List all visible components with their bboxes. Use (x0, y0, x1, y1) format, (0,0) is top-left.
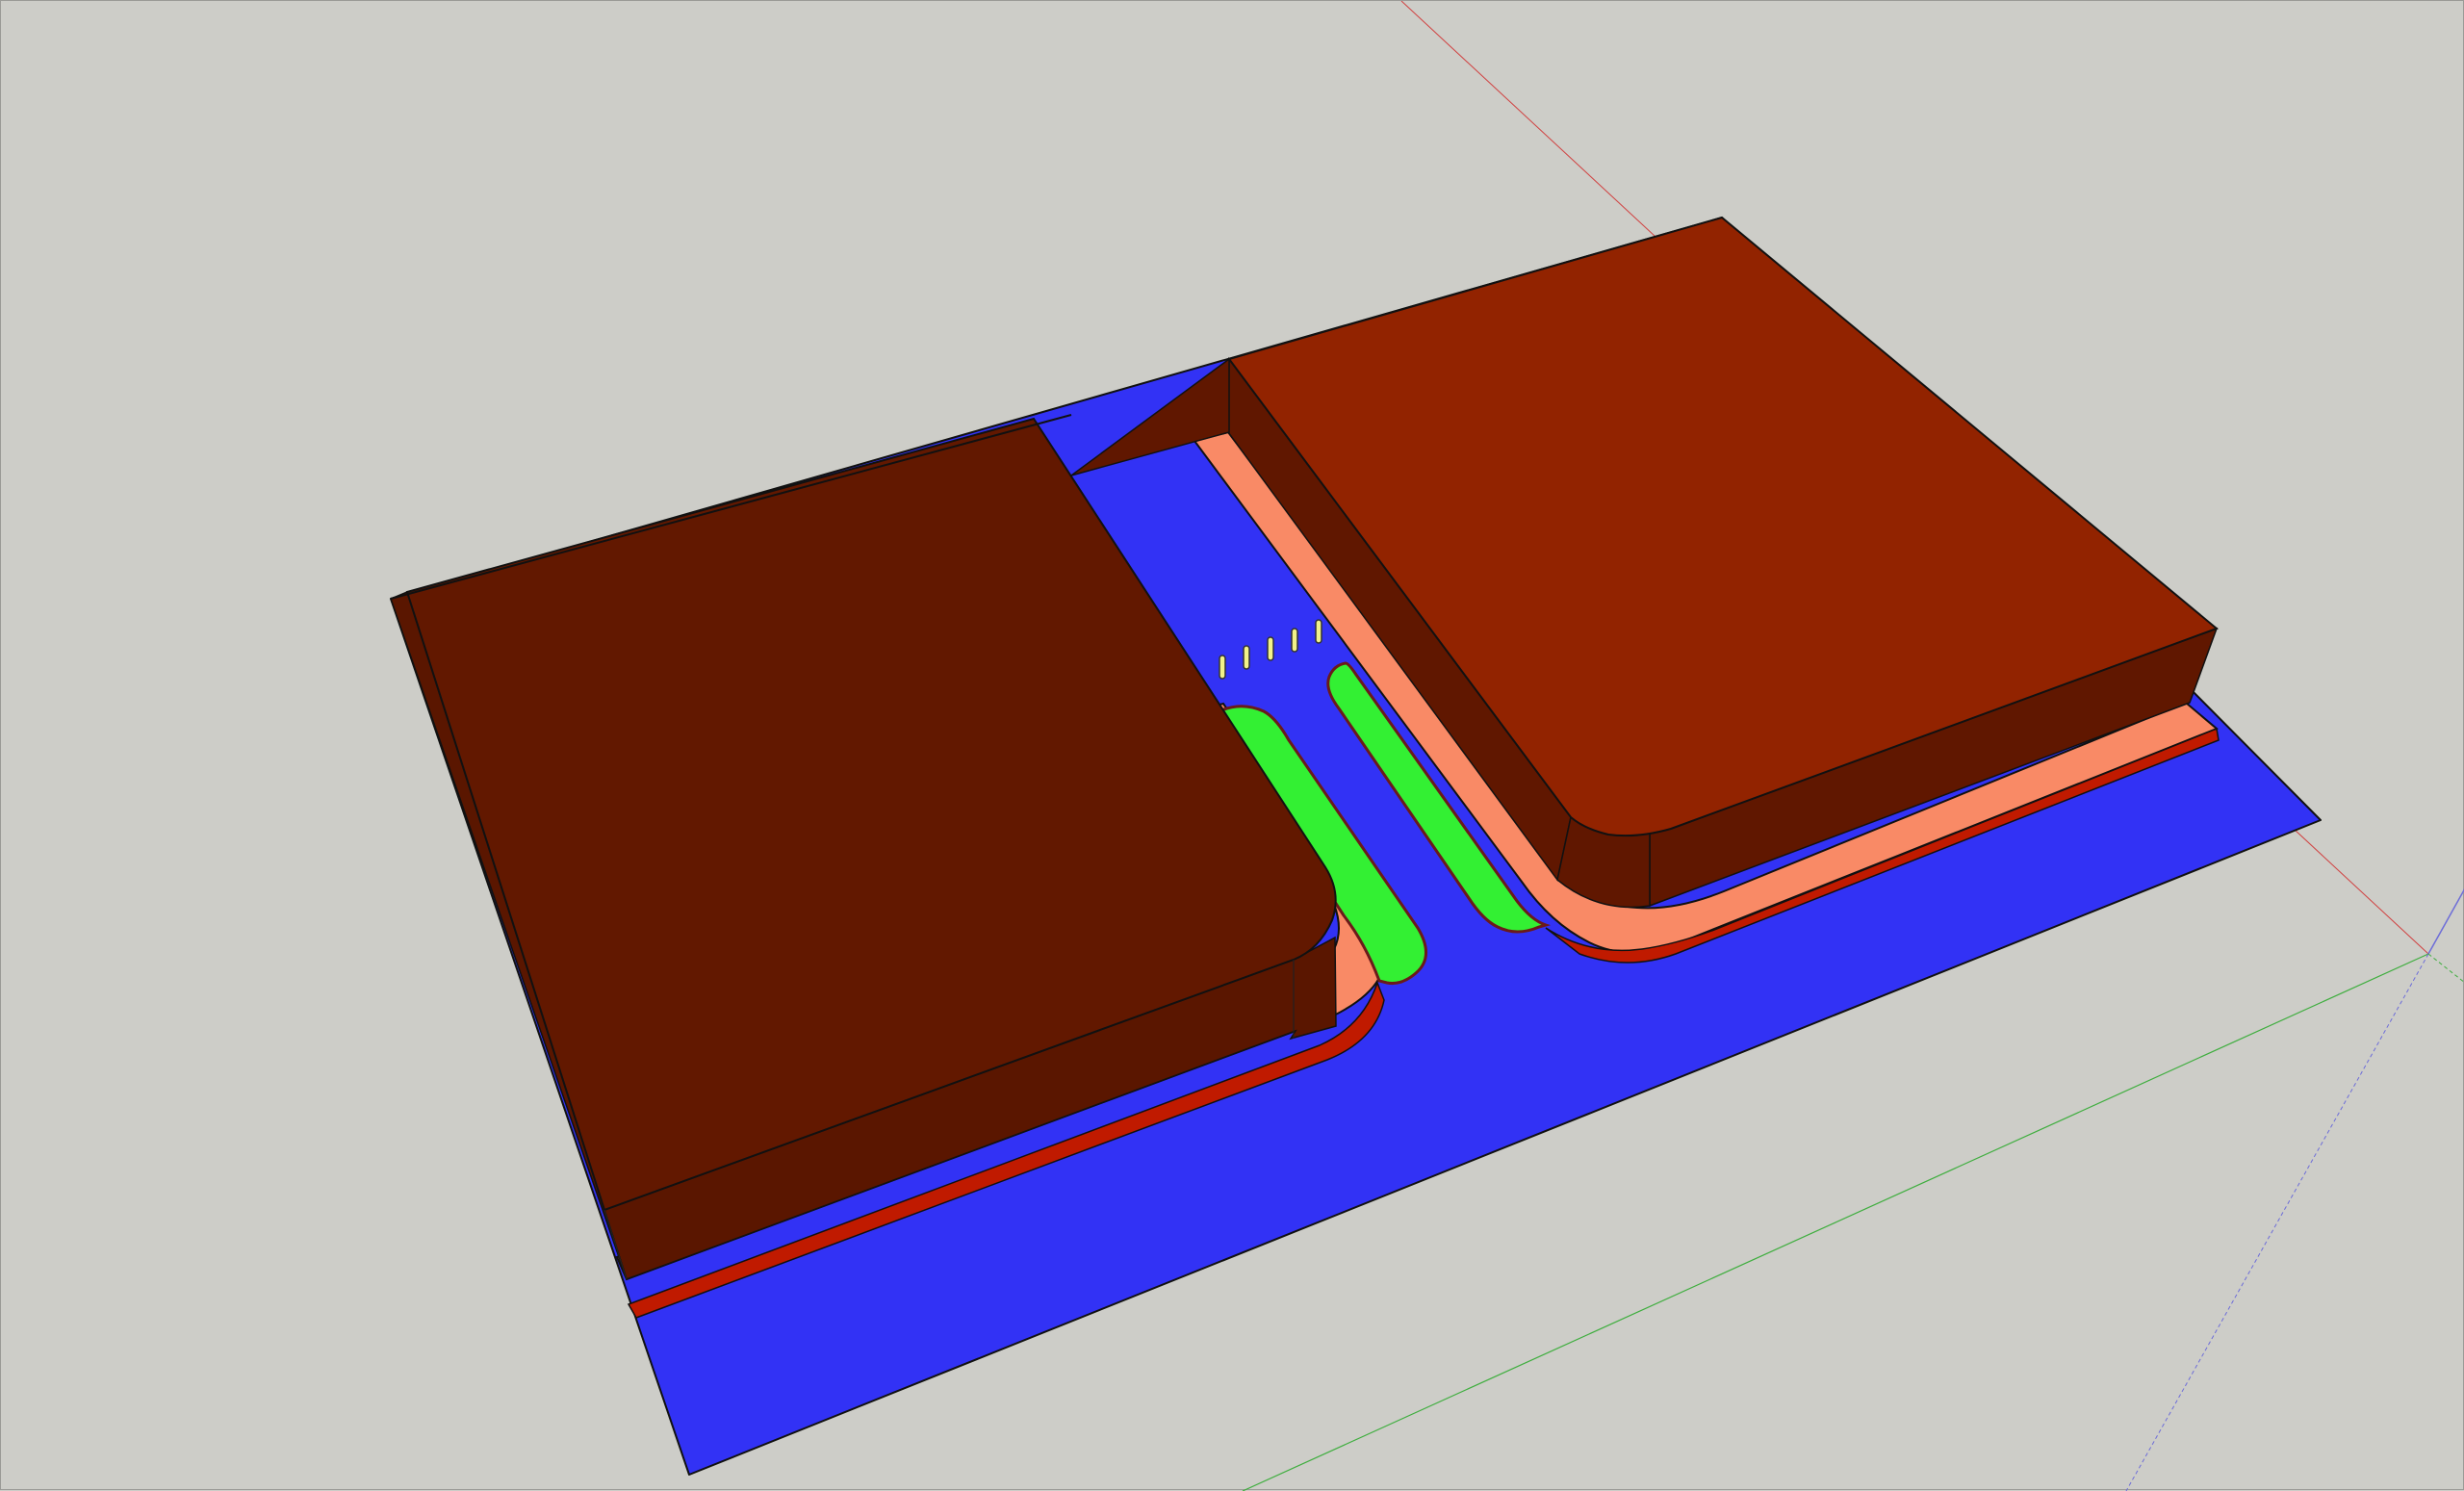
green-axis-back-line (2427, 953, 2464, 983)
blue-axis-line (2125, 953, 2429, 1491)
pin[interactable] (1267, 636, 1274, 661)
pin[interactable] (1219, 655, 1226, 680)
3d-viewport[interactable] (0, 0, 2464, 1491)
model-scene[interactable] (1, 1, 2464, 1491)
pin[interactable] (1243, 645, 1250, 670)
pin[interactable] (1315, 619, 1322, 644)
blue-axis-up-line (2427, 888, 2464, 955)
pin[interactable] (1291, 628, 1298, 653)
